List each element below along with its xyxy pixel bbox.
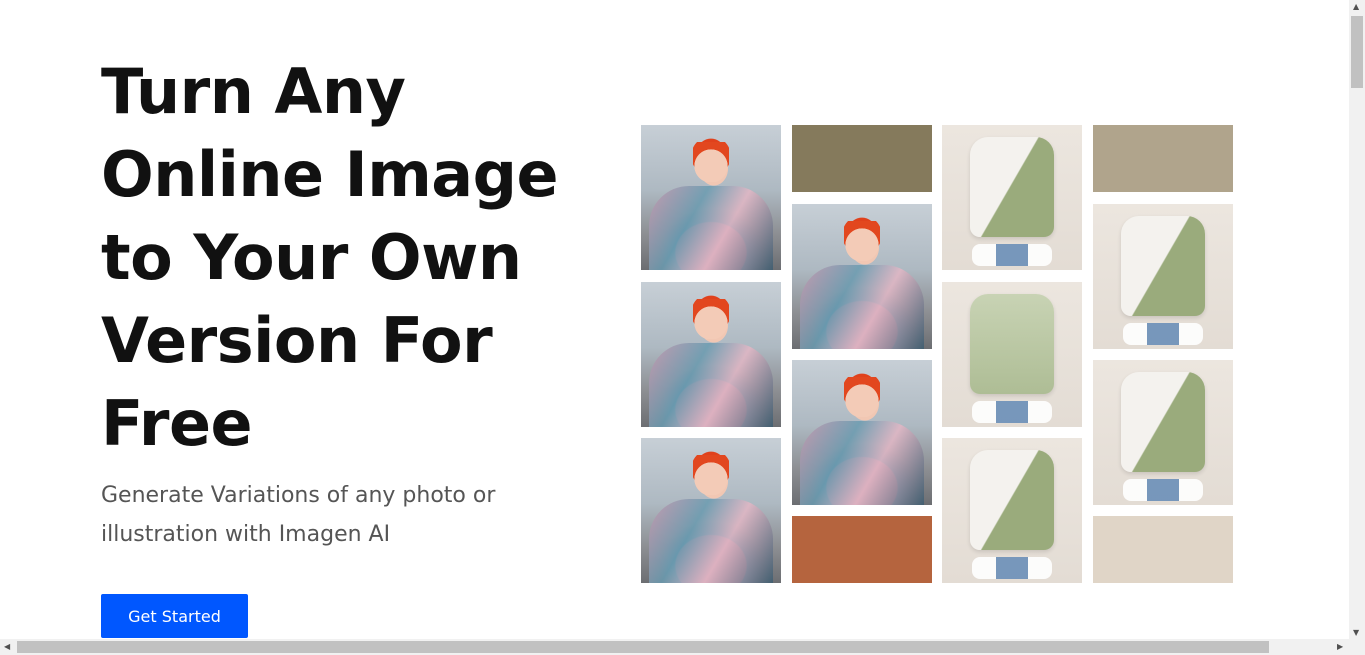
scroll-up-icon[interactable]: ▲ <box>1353 2 1359 11</box>
variations-image-grid <box>641 125 1233 583</box>
vertical-scroll-thumb[interactable] <box>1351 16 1363 88</box>
image-tile-woman-3[interactable] <box>641 438 781 583</box>
image-tile-top-1[interactable] <box>942 125 1082 270</box>
scroll-right-icon[interactable]: ▶ <box>1337 642 1343 651</box>
page: Turn Any Online Image to Your Own Versio… <box>0 0 1349 639</box>
scroll-left-icon[interactable]: ◀ <box>4 642 10 651</box>
color-swatch-beige <box>1093 516 1233 583</box>
horizontal-scrollbar[interactable]: ◀ ▶ <box>0 639 1365 655</box>
image-tile-top-2[interactable] <box>942 282 1082 427</box>
image-tile-top-3[interactable] <box>942 438 1082 583</box>
color-swatch-olive-brown <box>792 125 932 192</box>
color-swatch-taupe <box>1093 125 1233 192</box>
hero-title: Turn Any Online Image to Your Own Versio… <box>101 55 559 460</box>
image-tile-woman-4[interactable] <box>792 204 932 349</box>
image-tile-woman-2[interactable] <box>641 282 781 427</box>
image-tile-woman-1[interactable] <box>641 125 781 270</box>
image-tile-top-4[interactable] <box>1093 204 1233 349</box>
horizontal-scroll-thumb[interactable] <box>17 641 1269 653</box>
vertical-scrollbar[interactable]: ▲ ▼ <box>1349 0 1365 639</box>
scroll-down-icon[interactable]: ▼ <box>1353 628 1359 637</box>
image-tile-top-5[interactable] <box>1093 360 1233 505</box>
get-started-button[interactable]: Get Started <box>101 594 248 638</box>
hero-subtitle: Generate Variations of any photo or illu… <box>101 483 496 547</box>
color-swatch-rust <box>792 516 932 583</box>
image-tile-woman-5[interactable] <box>792 360 932 505</box>
